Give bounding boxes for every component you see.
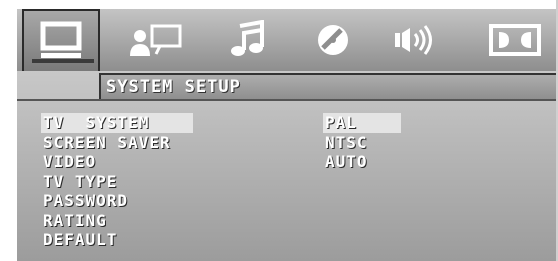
option-ntsc[interactable]: NTSC <box>323 133 401 153</box>
monitor-icon <box>39 21 83 61</box>
menu-item-screen-saver[interactable]: SCREEN SAVER <box>41 133 193 153</box>
active-tab-underline <box>32 59 94 63</box>
tab-speaker[interactable] <box>385 9 449 71</box>
menu-item-tv-type[interactable]: TV TYPE <box>41 172 193 192</box>
page-title: SYSTEM SETUP <box>106 77 241 97</box>
person-screen-icon <box>126 22 186 58</box>
tab-language[interactable] <box>120 9 192 71</box>
tab-system[interactable] <box>22 9 100 71</box>
menu-item-rating[interactable]: RATING <box>41 211 193 231</box>
tab-dolby[interactable] <box>479 9 551 71</box>
menu-item-password[interactable]: PASSWORD <box>41 191 193 211</box>
menu-item-tv-system[interactable]: TV SYSTEM <box>41 113 193 133</box>
setup-screen: SYSTEM SETUP TV SYSTEM SCREEN SAVER VIDE… <box>17 9 558 261</box>
divider <box>17 99 558 101</box>
options-menu: PAL NTSC AUTO <box>323 113 401 172</box>
menu-item-default[interactable]: DEFAULT <box>41 230 193 250</box>
tab-audio[interactable] <box>217 9 275 71</box>
tab-disc[interactable] <box>307 9 359 71</box>
settings-menu: TV SYSTEM SCREEN SAVER VIDEO TV TYPE PAS… <box>41 113 193 250</box>
speaker-icon <box>393 22 441 58</box>
music-note-icon <box>226 20 266 60</box>
disc-icon <box>314 21 352 59</box>
icon-tab-bar <box>17 9 558 71</box>
dolby-icon <box>489 22 541 58</box>
option-pal[interactable]: PAL <box>323 113 401 133</box>
option-auto[interactable]: AUTO <box>323 152 401 172</box>
title-bar: SYSTEM SETUP <box>99 73 558 99</box>
menu-item-video[interactable]: VIDEO <box>41 152 193 172</box>
